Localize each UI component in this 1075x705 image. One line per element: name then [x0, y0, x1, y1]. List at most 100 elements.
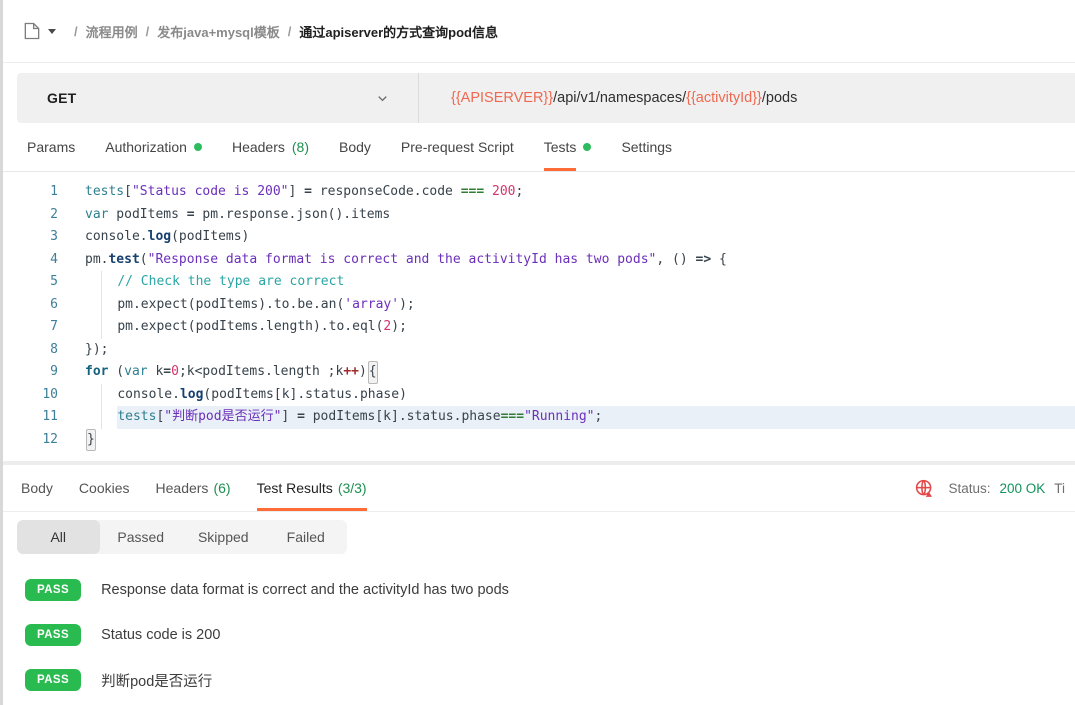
code-line[interactable]: 1 tests["Status code is 200"] = responseC… [3, 181, 1075, 204]
code-token: pm.expect(podItems.length).to.eql( [117, 316, 383, 339]
code-token: ] [289, 181, 305, 204]
code-line[interactable]: 9for (var k=0;k<podItems.length ;k++){ [3, 361, 1075, 384]
code-token: podItems [108, 204, 186, 227]
code-token: === [461, 181, 484, 204]
file-icon[interactable] [22, 21, 42, 41]
code-content: tests["Status code is 200"] = responseCo… [85, 181, 1075, 204]
pass-badge: PASS [25, 579, 81, 601]
line-number: 11 [3, 406, 58, 429]
filter-passed[interactable]: Passed [100, 520, 183, 554]
test-result-text: Response data format is correct and the … [101, 582, 509, 598]
request-url-bar: GET {{APISERVER}}/api/v1/namespaces/{{ac… [17, 73, 1075, 123]
code-token: ++ [343, 361, 359, 384]
code-token: var [124, 361, 147, 384]
line-number: 1 [3, 181, 58, 204]
breadcrumb-item-java-mysql[interactable]: 发布java+mysql模板 [157, 22, 279, 41]
tab-params[interactable]: Params [27, 123, 75, 171]
breadcrumb-item-item[interactable]: 流程用例 [86, 22, 138, 41]
code-token: console. [85, 226, 148, 249]
code-content: }); [85, 339, 1075, 362]
code-token: test [108, 249, 139, 272]
filter-all[interactable]: All [17, 520, 100, 554]
code-token: ;k<podItems.length ;k [179, 361, 343, 384]
code-token: responseCode.code [312, 181, 461, 204]
line-number: 8 [3, 339, 58, 362]
code-content: console.log(podItems[k].status.phase) [85, 384, 1075, 407]
code-token: ( [140, 249, 148, 272]
code-token: ] [281, 406, 297, 429]
code-line[interactable]: 6 pm.expect(podItems).to.be.an('array'); [3, 294, 1075, 317]
tab-pre-request-script[interactable]: Pre-request Script [401, 123, 514, 171]
network-error-icon[interactable] [914, 478, 935, 499]
filter-skipped[interactable]: Skipped [182, 520, 265, 554]
code-token: k [148, 361, 164, 384]
code-token: pm.expect(podItems).to.be.an( [117, 294, 344, 317]
code-line[interactable]: 3console.log(podItems) [3, 226, 1075, 249]
breadcrumb-items: /流程用例/发布java+mysql模板/通过apiserver的方式查询pod… [66, 22, 498, 41]
tab-count-badge: (8) [292, 139, 309, 155]
code-content: pm.expect(podItems.length).to.eql(2); [85, 316, 1075, 339]
code-line[interactable]: 5 // Check the type are correct [3, 271, 1075, 294]
code-content: } [85, 429, 1075, 452]
code-token: , () [656, 249, 695, 272]
tab-label: Pre-request Script [401, 123, 514, 171]
code-token: var [85, 204, 108, 227]
code-token: tests [117, 406, 156, 429]
status-label: Status: [948, 481, 990, 496]
status-value: 200 OK [999, 481, 1045, 496]
code-token: console. [117, 384, 180, 407]
test-result-row: PASSStatus code is 200 [3, 623, 1075, 647]
code-token: (podItems) [171, 226, 249, 249]
code-token: log [180, 384, 203, 407]
code-line[interactable]: 11 tests["判断pod是否运行"] = podItems[k].stat… [3, 406, 1075, 429]
code-line[interactable]: 8}); [3, 339, 1075, 362]
tab-tests[interactable]: Tests [544, 123, 592, 171]
green-dot-icon [583, 143, 591, 151]
code-token: 'array' [344, 294, 399, 317]
tab-settings[interactable]: Settings [621, 123, 672, 171]
response-tabs: Body Cookies Headers(6) Test Results(3/3) [21, 465, 367, 511]
response-tab-cookies[interactable]: Cookies [79, 465, 130, 511]
filter-failed[interactable]: Failed [265, 520, 348, 554]
postman-request-window: /流程用例/发布java+mysql模板/通过apiserver的方式查询pod… [0, 0, 1075, 705]
response-tab-test-results[interactable]: Test Results(3/3) [257, 465, 367, 511]
code-line[interactable]: 4pm.test("Response data format is correc… [3, 249, 1075, 272]
code-token: (podItems[k].status.phase) [203, 384, 407, 407]
code-token [484, 181, 492, 204]
pass-badge: PASS [25, 669, 81, 691]
code-token: pm.response.json().items [195, 204, 391, 227]
code-token [85, 294, 101, 317]
code-line[interactable]: 12} [3, 429, 1075, 452]
test-result-row: PASS判断pod是否运行 [3, 668, 1075, 692]
code-token [85, 406, 101, 429]
code-token: ); [391, 316, 407, 339]
code-token: 2 [383, 316, 391, 339]
tests-code-editor[interactable]: 1 tests["Status code is 200"] = responseC… [3, 172, 1075, 461]
code-line[interactable]: 10 console.log(podItems[k].status.phase) [3, 384, 1075, 407]
test-result-row: PASS Response data format is correct and … [3, 578, 1075, 602]
url-input[interactable]: {{APISERVER}}/api/v1/namespaces/{{activi… [419, 90, 1075, 106]
code-content: for (var k=0;k<podItems.length ;k++){ [85, 361, 1075, 384]
chevron-down-icon [375, 91, 390, 106]
test-results-list: PASS Response data format is correct and … [3, 578, 1075, 692]
breadcrumb-item-apiserver-pod[interactable]: 通过apiserver的方式查询pod信息 [299, 22, 498, 41]
pass-badge: PASS [25, 624, 81, 646]
code-token: { [368, 361, 378, 384]
response-tab-headers[interactable]: Headers(6) [156, 465, 231, 511]
tab-headers[interactable]: Headers(8) [232, 123, 309, 171]
response-tab-body[interactable]: Body [21, 465, 53, 511]
code-line[interactable]: 7 pm.expect(podItems.length).to.eql(2); [3, 316, 1075, 339]
line-number: 12 [3, 429, 58, 452]
code-line[interactable]: 2var podItems = pm.response.json().items [3, 204, 1075, 227]
chevron-down-icon[interactable] [48, 29, 56, 34]
tab-body[interactable]: Body [339, 123, 371, 171]
method-select[interactable]: GET [17, 90, 418, 106]
tab-authorization[interactable]: Authorization [105, 123, 202, 171]
code-token: "判断pod是否运行" [164, 406, 281, 429]
code-token: ( [108, 361, 124, 384]
tab-label: Headers [156, 465, 209, 511]
time-label: Ti [1054, 481, 1065, 496]
request-tabs: Params Authorization Headers(8) Body Pre-req… [3, 123, 1075, 172]
code-content: console.log(podItems) [85, 226, 1075, 249]
code-token: log [148, 226, 171, 249]
